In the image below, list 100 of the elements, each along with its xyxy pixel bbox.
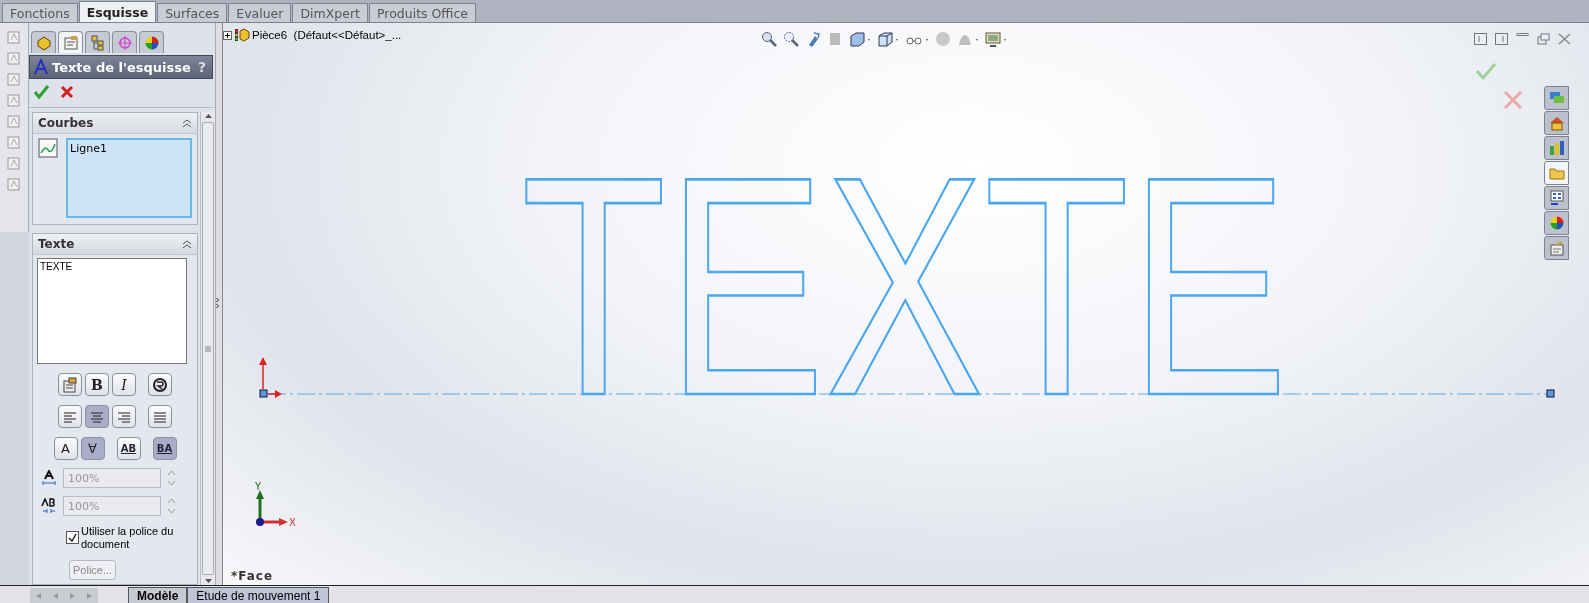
part-icon [234,27,250,43]
checkbox-label: Utiliser la police du document [81,525,175,551]
model-tab[interactable]: Etude de mouvement 1 [187,587,330,603]
list-item[interactable]: Ligne1 [70,142,188,155]
cube-icon [35,34,52,51]
command-tab[interactable]: Surfaces [157,3,228,22]
flip-down-button[interactable]: ∀ [80,437,105,460]
command-tab[interactable]: Evaluer [228,3,292,22]
monitor-icon [985,31,1007,47]
group-title: Texte [38,237,75,251]
model-tab[interactable]: Modèle [128,587,188,603]
sketch-tool-icon [6,155,22,171]
speech-bubbles-icon [1548,90,1565,106]
part-label[interactable]: Pièce6 (Défaut<<Défaut>_... [252,29,402,41]
command-tab[interactable]: DimXpert [292,3,368,22]
command-tab[interactable]: Produits Office [368,3,476,22]
split-right-icon [1495,33,1508,45]
view-orientation-icon [849,31,871,47]
align-right-button[interactable] [112,405,136,428]
insert-button[interactable] [58,373,82,396]
bold-button[interactable]: B [85,373,109,396]
curve-icon [38,138,58,158]
flip-up-button[interactable]: A [53,437,78,460]
spin-arrows-icon[interactable] [167,496,176,516]
notepad-icon [62,376,78,393]
manager-tab[interactable] [85,31,110,53]
align-center-icon [90,410,104,423]
char-width-icon [41,470,57,486]
sketch-tool-icon [6,29,22,45]
tab-scroll-buttons[interactable] [30,588,98,603]
rotate-button[interactable] [148,373,172,396]
left-to-right-button[interactable]: AB [116,437,141,460]
confirm-check-icon[interactable] [1475,63,1497,81]
align-left-icon [63,410,77,423]
scrollbar[interactable] [200,112,215,585]
display-style-icon [877,31,899,47]
zoom-fit-icon [761,31,777,47]
sketch-tool-icon [6,176,22,192]
endpoint-handle[interactable] [259,389,268,398]
char-spacing-icon [41,498,57,514]
align-right-icon [117,410,131,423]
cancel-button[interactable] [59,84,75,100]
sketch-text-icon [33,59,49,75]
color-ball-icon [1548,215,1565,231]
sketch-tool-icon [6,71,22,87]
sketch-tool-icon [6,134,22,150]
ok-button[interactable] [33,84,49,100]
endpoint-handle[interactable] [1546,389,1555,398]
task-pane-tab[interactable] [1544,186,1569,210]
view-label: *Face [231,569,274,583]
justify-button[interactable] [148,405,172,428]
task-pane-tab[interactable] [1544,211,1569,235]
italic-button[interactable]: I [112,373,136,396]
collapse-icon[interactable] [182,118,192,128]
justify-icon [153,410,167,423]
text-field[interactable]: TEXTE [37,258,187,364]
restore-icon [1537,33,1550,45]
grip-icon[interactable] [205,345,211,352]
spin-arrows-icon[interactable] [167,468,176,488]
align-left-button[interactable] [58,405,82,428]
task-pane-tab[interactable] [1544,161,1569,185]
scroll-up-icon[interactable] [204,114,212,118]
right-to-left-button[interactable]: BA [152,437,177,460]
origin-arrows-drawing [259,357,282,398]
house-icon [1548,115,1565,131]
pie-icon [143,34,160,51]
command-tab[interactable]: Fonctions [2,3,78,22]
sketch-tool-icon [6,113,22,129]
align-center-button[interactable] [85,405,109,428]
command-tab[interactable]: Esquisse [78,1,157,22]
split-left-icon [1474,33,1487,45]
axis-triad-drawing [256,490,288,526]
checkbox[interactable] [66,531,79,544]
manager-tab[interactable] [139,31,164,53]
books-icon [1548,140,1565,156]
section-view-icon [827,31,843,47]
zoom-area-icon [783,31,799,47]
sketch-tool-icon [6,92,22,108]
folder-icon [1548,165,1565,181]
sketch-tool-icon [6,50,22,66]
manager-tab[interactable] [112,31,137,53]
form-icon [1548,190,1565,206]
sphere-icon [935,31,951,47]
chevrons-icon[interactable] [216,298,220,310]
axis-label: X [289,517,296,528]
rotate-icon [152,376,168,393]
property-title: Texte de l'esquisse [52,59,192,75]
scroll-down-icon[interactable] [204,579,212,583]
group-title: Courbes [38,116,94,130]
axis-label: Y [255,481,262,492]
manager-tab[interactable] [58,31,83,53]
manager-tab[interactable] [31,31,56,53]
minimize-icon [1516,33,1529,36]
property-icon [62,34,79,51]
close-icon [1558,33,1571,45]
expand-icon[interactable] [223,30,232,40]
collapse-icon[interactable] [182,239,192,249]
crosshair-icon [116,34,133,51]
configuration-icon [89,34,106,51]
curves-list[interactable]: Ligne1 [66,138,192,218]
